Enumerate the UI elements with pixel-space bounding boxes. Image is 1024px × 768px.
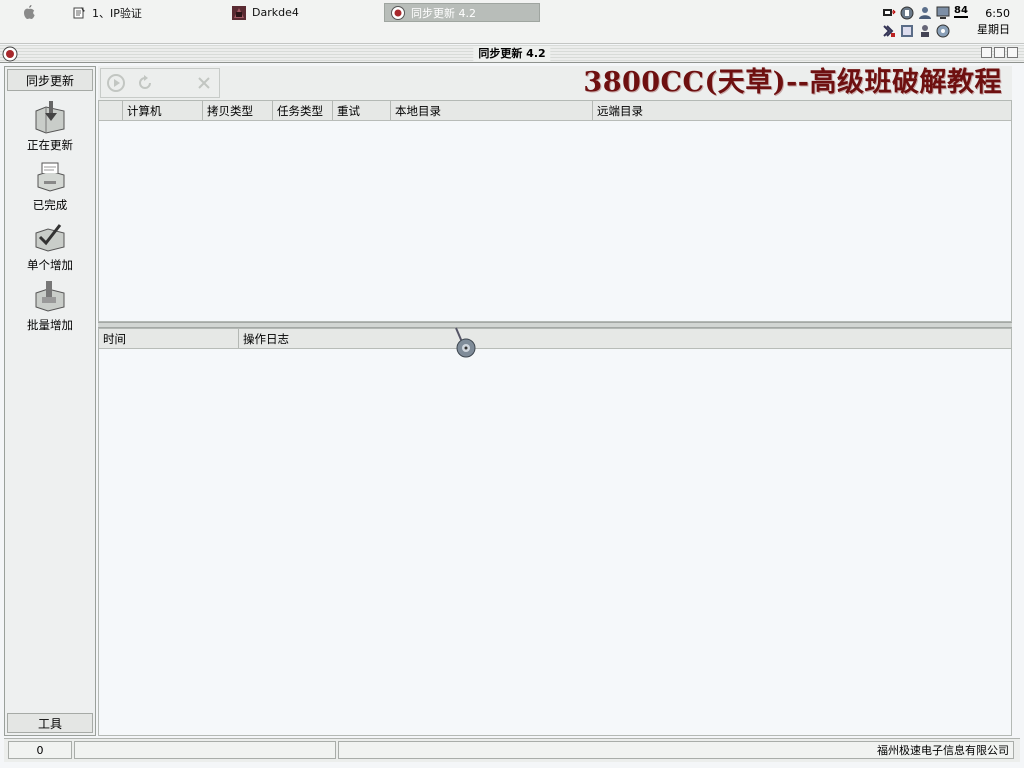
status-count: 0 bbox=[8, 741, 72, 759]
user-icon[interactable] bbox=[918, 24, 932, 38]
taskbar-task-sync-update[interactable]: 同步更新 4.2 bbox=[384, 3, 540, 22]
refresh-button[interactable] bbox=[130, 69, 159, 97]
system-tray: 84 bbox=[882, 4, 972, 40]
taskbar-task-ip-verify[interactable]: 1、IP验证 bbox=[66, 3, 148, 22]
sidebar: 同步更新 正在更新 已完成 单个增加 批量增加 工具 bbox=[4, 66, 96, 736]
column-header-retry[interactable]: 重试 bbox=[333, 101, 391, 120]
sidebar-item-label: 单个增加 bbox=[27, 258, 73, 272]
log-table-header: 时间 操作日志 bbox=[99, 329, 1011, 349]
sidebar-item-updating[interactable]: 正在更新 bbox=[5, 99, 95, 153]
start-button[interactable] bbox=[101, 69, 130, 97]
clock-time: 6:50 bbox=[985, 7, 1010, 20]
status-bar: 0 福州极速电子信息有限公司 bbox=[4, 738, 1020, 762]
window-title: 同步更新 4.2 bbox=[473, 46, 551, 62]
tray-app-icon[interactable] bbox=[900, 24, 914, 38]
minimize-button[interactable] bbox=[981, 47, 992, 58]
column-header-time[interactable]: 时间 bbox=[99, 329, 239, 348]
close-button[interactable] bbox=[1007, 47, 1018, 58]
add-batch-icon bbox=[35, 281, 65, 312]
status-cell-empty bbox=[74, 741, 336, 759]
sidebar-item-label: 批量增加 bbox=[27, 318, 73, 332]
toolbar: 3800CC(天草)--高级班破解教程 bbox=[98, 66, 1012, 100]
delete-button[interactable] bbox=[190, 69, 219, 97]
column-header-select[interactable] bbox=[99, 101, 123, 120]
sidebar-header[interactable]: 同步更新 bbox=[7, 69, 93, 91]
clock[interactable]: 6:50 星期日 bbox=[977, 6, 1010, 38]
log-table[interactable]: 时间 操作日志 bbox=[98, 328, 1012, 736]
refresh-icon bbox=[139, 75, 151, 89]
sync-app-icon bbox=[391, 5, 405, 20]
mouse-cursor-icon bbox=[455, 327, 476, 358]
toolbar-button-group bbox=[100, 68, 220, 98]
tray-badge: 84 bbox=[954, 5, 968, 18]
printer-icon bbox=[37, 162, 65, 192]
cd-icon[interactable] bbox=[936, 24, 950, 38]
network-icon[interactable] bbox=[882, 6, 896, 20]
status-company: 福州极速电子信息有限公司 bbox=[338, 741, 1014, 759]
download-folder-icon bbox=[35, 101, 65, 134]
task-label: 1、IP验证 bbox=[92, 6, 142, 20]
column-header-copy-type[interactable]: 拷贝类型 bbox=[203, 101, 273, 120]
sidebar-item-completed[interactable]: 已完成 bbox=[5, 159, 95, 213]
add-single-icon bbox=[35, 224, 65, 252]
window-menu-icon[interactable] bbox=[2, 46, 18, 62]
tasks-table[interactable]: 计算机 拷贝类型 任务类型 重试 本地目录 远端目录 bbox=[98, 100, 1012, 322]
watermark-text: 3800CC(天草)--高级班破解教程 bbox=[583, 67, 1002, 98]
apple-menu-icon[interactable] bbox=[22, 4, 36, 20]
column-header-operation-log[interactable]: 操作日志 bbox=[239, 329, 1011, 348]
taskbar: 1、IP验证 Darkde4 同步更新 4.2 84 6:50 星期日 bbox=[0, 0, 1024, 44]
users-icon[interactable] bbox=[918, 6, 932, 20]
sidebar-item-label: 正在更新 bbox=[27, 138, 73, 152]
sidebar-item-add-batch[interactable]: 批量增加 bbox=[5, 279, 95, 333]
column-header-task-type[interactable]: 任务类型 bbox=[273, 101, 333, 120]
monitor-icon[interactable] bbox=[936, 6, 950, 20]
column-header-computer[interactable]: 计算机 bbox=[123, 101, 203, 120]
taskbar-task-darkde4[interactable]: Darkde4 bbox=[226, 3, 305, 22]
sidebar-item-label: 已完成 bbox=[32, 198, 68, 212]
clock-tray-icon[interactable] bbox=[900, 6, 914, 20]
keyboard-icon[interactable] bbox=[882, 24, 896, 38]
task-label: Darkde4 bbox=[252, 6, 299, 19]
clock-day: 星期日 bbox=[977, 23, 1010, 36]
delete-icon bbox=[198, 77, 211, 89]
window-controls bbox=[981, 47, 1018, 58]
darkde-app-icon bbox=[232, 5, 246, 20]
start-icon bbox=[106, 74, 125, 92]
column-header-remote-dir[interactable]: 远端目录 bbox=[593, 101, 1011, 120]
column-header-local-dir[interactable]: 本地目录 bbox=[391, 101, 593, 120]
task-label: 同步更新 4.2 bbox=[411, 6, 476, 20]
maximize-button[interactable] bbox=[994, 47, 1005, 58]
sidebar-item-add-single[interactable]: 单个增加 bbox=[5, 219, 95, 273]
tasks-table-header: 计算机 拷贝类型 任务类型 重试 本地目录 远端目录 bbox=[99, 101, 1011, 121]
sidebar-footer-tools[interactable]: 工具 bbox=[7, 713, 93, 733]
notepad-icon bbox=[73, 6, 85, 18]
